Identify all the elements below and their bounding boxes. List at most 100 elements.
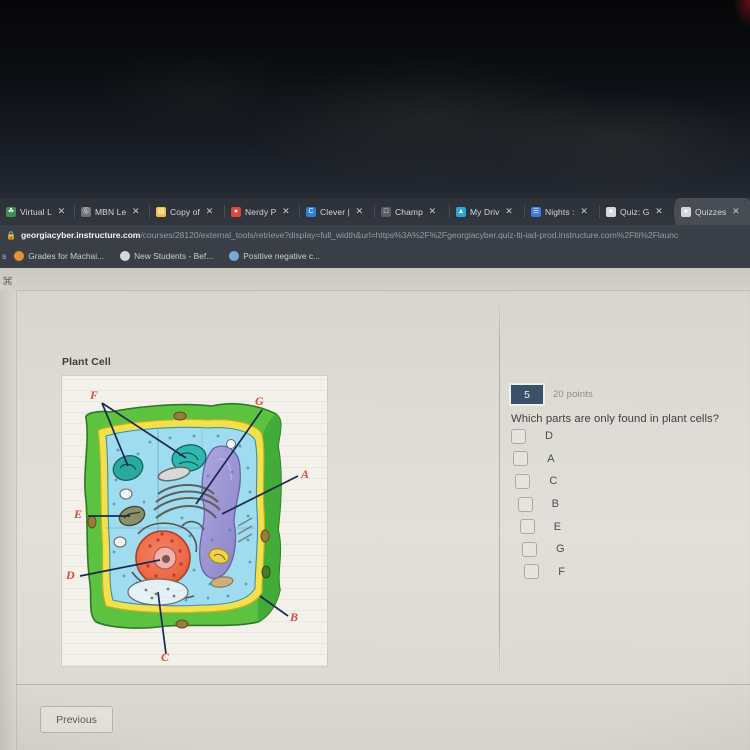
choice-label-F: F <box>558 565 565 578</box>
tab-close-icon[interactable]: ✕ <box>654 206 665 217</box>
question-header: 5 20 points <box>511 385 750 404</box>
bookmark-item-1[interactable]: New Students - Bef... <box>112 250 221 261</box>
answer-choice-D[interactable]: D <box>511 425 750 448</box>
checkbox-B[interactable] <box>517 496 533 512</box>
tab-close-icon[interactable]: ✕ <box>130 206 141 217</box>
url-path: /courses/28120/external_tools/retrieve?d… <box>140 230 679 240</box>
tab-favicon-icon: ● <box>231 206 241 217</box>
tab-favicon-icon: C <box>306 206 316 217</box>
tab-strip: ☘ Virtual L ✕ Ⓖ MBN Le ✕ ▤ Copy of ✕ ● Nerdy P ✕ C Cl… <box>0 198 750 225</box>
bookmark-favicon-icon <box>120 250 131 261</box>
browser-chrome: ☘ Virtual L ✕ Ⓖ MBN Le ✕ ▤ Copy of ✕ ● Nerdy P ✕ C Cl… <box>0 198 750 268</box>
dark-room-background <box>0 0 750 200</box>
tab-close-icon[interactable]: ✕ <box>730 206 741 217</box>
tab-title: Quizzes <box>695 206 727 217</box>
answer-choice-C[interactable]: C <box>515 470 750 493</box>
question-points: 20 points <box>553 389 593 400</box>
checkbox-A[interactable] <box>513 451 529 467</box>
choice-label-G: G <box>556 543 565 556</box>
browser-tab-3[interactable]: ● Nerdy P ✕ <box>225 198 300 225</box>
bookmark-item-0[interactable]: Grades for Machai... <box>6 250 112 261</box>
tab-title: Copy of <box>170 206 200 217</box>
browser-tab-7[interactable]: ☰ Nights : ✕ <box>525 198 600 225</box>
web-page: ⌘ Plant Cell F G A E D B C 5 20 points W… <box>0 268 750 750</box>
bookmark-favicon-icon <box>229 250 240 261</box>
browser-tab-1[interactable]: Ⓖ MBN Le ✕ <box>75 198 150 225</box>
checkbox-C[interactable] <box>515 473 531 489</box>
cell-label-E: E <box>74 507 83 521</box>
plant-cell-svg <box>79 402 299 655</box>
column-divider <box>499 300 500 680</box>
tab-favicon-icon: ☘ <box>6 206 16 217</box>
answer-choice-A[interactable]: A <box>513 448 750 471</box>
cell-label-D: D <box>66 568 75 582</box>
bookmark-label: Grades for Machai... <box>28 250 105 261</box>
browser-tab-0[interactable]: ☘ Virtual L ✕ <box>0 198 75 225</box>
checkbox-G[interactable] <box>522 541 537 557</box>
page-top-strip <box>0 268 750 291</box>
answer-choice-G[interactable]: G <box>522 538 750 561</box>
cell-label-G: G <box>255 394 264 408</box>
choice-label-E: E <box>553 520 562 533</box>
browser-tab-6[interactable]: ▲ My Driv ✕ <box>450 198 525 225</box>
tab-title: Nerdy P <box>245 206 277 217</box>
bookmark-item-2[interactable]: Positive negative c... <box>221 250 328 261</box>
choice-label-D: D <box>545 430 553 443</box>
cell-label-C: C <box>161 650 170 664</box>
left-rail <box>0 290 17 750</box>
answer-choice-list: DACBEGF <box>511 425 750 583</box>
answer-choice-E[interactable]: E <box>519 515 750 538</box>
stimulus-panel: Plant Cell F G A E D B C <box>56 356 336 683</box>
cell-label-A: A <box>301 467 310 481</box>
url-text: georgiacyber.instructure.com/courses/281… <box>21 230 678 240</box>
quiz-question-panel: 5 20 points Which parts are only found i… <box>511 385 750 583</box>
tab-title: Virtual L <box>20 206 52 217</box>
browser-tab-2[interactable]: ▤ Copy of ✕ <box>150 198 225 225</box>
browser-tab-9[interactable]: ● Quizzes ✕ <box>675 198 750 225</box>
cell-label-F: F <box>90 388 99 402</box>
tab-favicon-icon: ▤ <box>156 206 166 217</box>
tab-title: Clever | <box>320 206 350 217</box>
question-text: Which parts are only found in plant cell… <box>511 413 720 425</box>
url-host: georgiacyber.instructure.com <box>20 230 141 240</box>
cell-label-B: B <box>290 610 299 624</box>
browser-tab-8[interactable]: ● Quiz: G ✕ <box>600 198 675 225</box>
lock-icon: 🔒 <box>6 230 16 240</box>
tab-close-icon[interactable]: ✕ <box>579 206 590 217</box>
bookmark-label: New Students - Bef... <box>134 250 214 261</box>
corner-glyph-icon: ⌘ <box>2 276 13 288</box>
tab-title: MBN Le <box>95 206 127 217</box>
choice-label-C: C <box>549 475 558 488</box>
checkbox-E[interactable] <box>519 519 535 535</box>
previous-button[interactable]: Previous <box>40 706 113 733</box>
bookmark-favicon-icon <box>14 250 25 261</box>
quiz-content-card: Plant Cell F G A E D B C 5 20 points Whi… <box>16 290 750 750</box>
answer-choice-B[interactable]: B <box>517 493 750 516</box>
tab-close-icon[interactable]: ✕ <box>504 206 515 217</box>
tab-title: Nights : <box>545 206 575 217</box>
choice-label-B: B <box>551 498 559 511</box>
question-number-badge: 5 <box>511 385 543 404</box>
tab-close-icon[interactable]: ✕ <box>204 206 215 217</box>
tab-favicon-icon: ● <box>681 206 691 217</box>
browser-tab-5[interactable]: □ Champ ✕ <box>375 198 450 225</box>
bookmarks-bar: s Grades for Machai... New Students - Bef… <box>0 245 750 266</box>
answer-choice-F[interactable]: F <box>524 561 750 584</box>
address-bar[interactable]: 🔒 georgiacyber.instructure.com/courses/2… <box>0 225 750 245</box>
tab-title: Quiz: G <box>620 206 650 217</box>
stimulus-title: Plant Cell <box>62 356 111 368</box>
checkbox-D[interactable] <box>511 428 526 444</box>
browser-tab-4[interactable]: C Clever | ✕ <box>300 198 375 225</box>
tab-close-icon[interactable]: ✕ <box>56 206 67 217</box>
bookmark-label: Positive negative c... <box>243 250 321 261</box>
tab-favicon-icon: Ⓖ <box>81 206 91 217</box>
footer-divider <box>16 684 750 685</box>
tab-title: Champ <box>395 206 423 217</box>
tab-close-icon[interactable]: ✕ <box>427 206 438 217</box>
plant-cell-diagram: F G A E D B C <box>62 376 327 666</box>
tab-close-icon[interactable]: ✕ <box>354 206 365 217</box>
tab-close-icon[interactable]: ✕ <box>280 206 291 217</box>
checkbox-F[interactable] <box>524 564 540 580</box>
choice-label-A: A <box>547 452 555 465</box>
tab-favicon-icon: ● <box>606 206 616 217</box>
